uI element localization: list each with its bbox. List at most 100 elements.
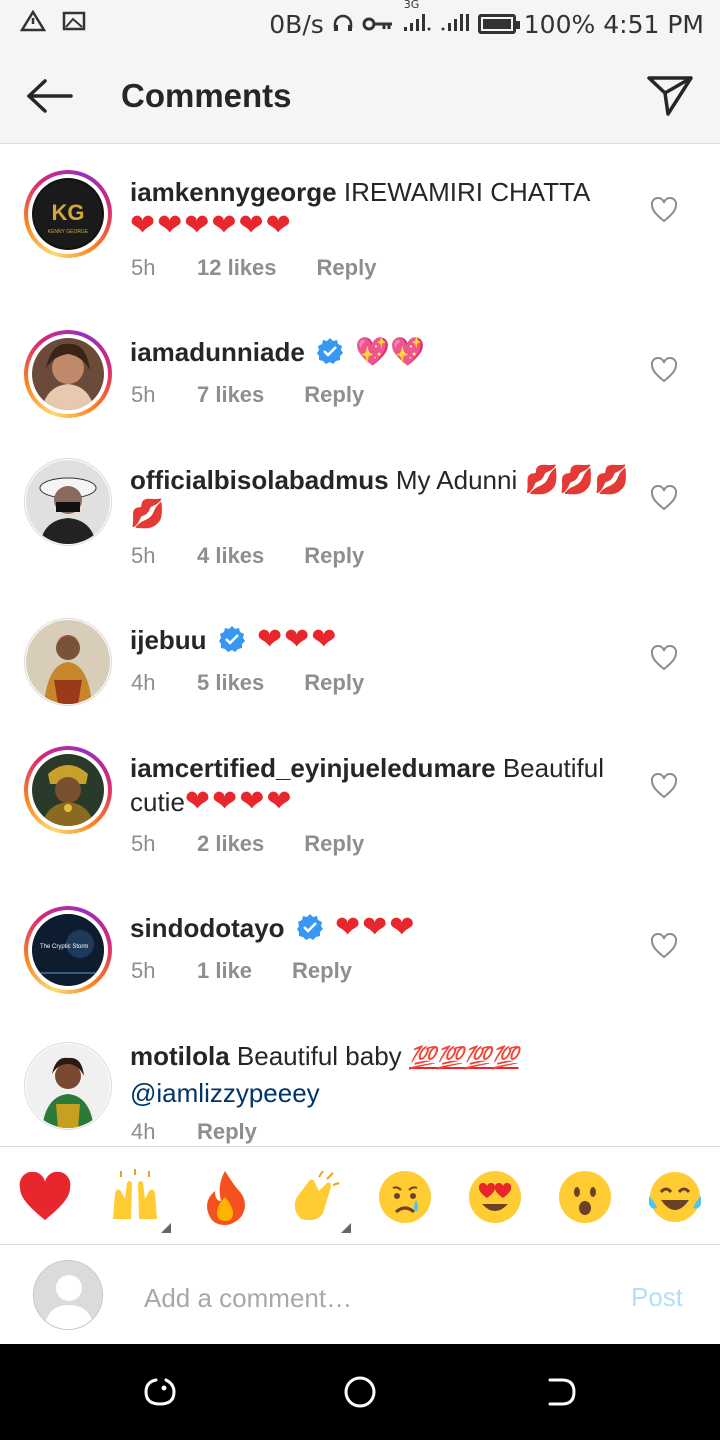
comment-likes[interactable]: 12 likes	[197, 255, 277, 281]
reply-button[interactable]: Reply	[304, 670, 364, 696]
comment-text: officialbisolabadmus My Adunni 💋💋💋💋	[130, 463, 630, 531]
status-right: 0B/s 3G 100% 4:51 PM	[269, 0, 704, 39]
avatar[interactable]	[24, 458, 112, 546]
comment-username[interactable]: iamcertified_eyinjueledumare	[130, 753, 496, 783]
avatar-logo-text: KG	[52, 200, 85, 225]
image-icon	[62, 10, 86, 38]
comment-time: 5h	[131, 382, 156, 407]
comment-likes[interactable]: 4 likes	[197, 543, 264, 569]
default-avatar-icon	[34, 1260, 102, 1329]
comment-likes[interactable]: 5 likes	[197, 670, 264, 696]
comment-item: iamadunniade 💖💖 5h 7 likes Reply	[0, 305, 720, 433]
signal-icon	[440, 10, 470, 39]
reply-button[interactable]: Reply	[317, 255, 377, 281]
comment-meta: 5h 2 likes Reply	[131, 831, 364, 857]
avatar[interactable]	[24, 330, 112, 418]
comment-username[interactable]: motilola	[130, 1041, 230, 1071]
fire-icon	[207, 1171, 245, 1225]
comment-username[interactable]: iamkennygeorge	[130, 177, 337, 207]
avatar[interactable]	[24, 746, 112, 834]
share-button[interactable]	[625, 48, 715, 144]
signal-icon: 3G	[402, 0, 432, 39]
avatar-logo-caption: KENNY GEORGE	[48, 229, 89, 235]
heart-icon[interactable]	[650, 645, 678, 671]
status-time: 4:51 PM	[603, 9, 704, 39]
comment-emojis: 💖💖	[355, 335, 426, 368]
comment-likes[interactable]: 2 likes	[197, 831, 264, 857]
avatar-image	[32, 338, 104, 410]
heart-icon[interactable]	[650, 485, 678, 511]
comment-time: 5h	[131, 255, 156, 280]
current-user-avatar	[33, 1259, 103, 1330]
comment-likes[interactable]: 1 like	[197, 958, 252, 984]
avatar[interactable]	[24, 618, 112, 706]
avatar[interactable]	[24, 1042, 112, 1130]
send-icon	[647, 75, 693, 116]
comment-mention[interactable]: @iamlizzypeeey	[130, 1078, 320, 1108]
vpn-key-icon	[362, 10, 394, 39]
post-button[interactable]: Post	[631, 1282, 683, 1313]
reaction-red-heart[interactable]	[17, 1169, 73, 1225]
heart-eyes-icon	[469, 1171, 521, 1223]
status-bar: 0B/s 3G 100% 4:51 PM	[0, 0, 720, 48]
comment-message: IREWAMIRI CHATTA	[336, 177, 591, 207]
reaction-clapping-hands[interactable]	[287, 1169, 351, 1233]
comment-username[interactable]: officialbisolabadmus	[130, 465, 389, 495]
surprised-face-icon	[559, 1171, 611, 1223]
verified-badge-icon	[317, 338, 344, 364]
comment-item: officialbisolabadmus My Adunni 💋💋💋💋 5h 4…	[0, 433, 720, 593]
network-speed: 0B/s	[269, 9, 324, 39]
reply-button[interactable]: Reply	[304, 831, 364, 857]
reply-button[interactable]: Reply	[304, 382, 364, 408]
heart-icon[interactable]	[650, 357, 678, 383]
avatar-image	[26, 620, 110, 704]
reply-button[interactable]: Reply	[304, 543, 364, 569]
back-button[interactable]	[5, 48, 95, 144]
comment-meta: 5h 1 like Reply	[131, 958, 352, 984]
reply-button[interactable]: Reply	[197, 1119, 257, 1145]
comment-username[interactable]: iamadunniade	[130, 337, 305, 367]
comment-meta: 5h 12 likes Reply	[131, 255, 376, 281]
heart-icon[interactable]	[650, 773, 678, 799]
reaction-tears-of-joy[interactable]	[647, 1169, 703, 1225]
reaction-raising-hands[interactable]	[107, 1169, 171, 1233]
avatar-image	[26, 460, 110, 544]
verified-badge-icon	[296, 914, 323, 940]
comment-meta: 5h 7 likes Reply	[131, 382, 364, 408]
comment-meta: 4h 5 likes Reply	[131, 670, 364, 696]
reaction-heart-eyes[interactable]	[467, 1169, 523, 1225]
comment-text: motilola Beautiful baby 💯💯💯💯 @iamlizzype…	[130, 1039, 630, 1110]
reply-button[interactable]: Reply	[292, 958, 352, 984]
comment-username[interactable]: sindodotayo	[130, 913, 285, 943]
back-nav-icon[interactable]	[542, 1374, 578, 1410]
comment-username[interactable]: ijebuu	[130, 625, 207, 655]
page-title: Comments	[121, 76, 292, 114]
tears-of-joy-icon	[649, 1172, 701, 1222]
comment-emojis: 💯💯💯💯	[408, 1046, 519, 1071]
comment-item: motilola Beautiful baby 💯💯💯💯 @iamlizzype…	[0, 1009, 720, 1145]
clapping-hands-icon	[294, 1170, 340, 1221]
navigation-bar	[0, 1344, 720, 1440]
network-type: 3G	[403, 0, 420, 11]
recent-apps-icon[interactable]	[142, 1374, 178, 1410]
avatar[interactable]: KG KENNY GEORGE	[24, 170, 112, 258]
comment-meta: 5h 4 likes Reply	[131, 543, 364, 569]
comment-text: iamkennygeorge IREWAMIRI CHATTA ❤❤❤❤❤❤	[130, 175, 630, 243]
comment-text: iamcertified_eyinjueledumare Beautiful c…	[130, 751, 630, 819]
header: Comments	[0, 48, 720, 144]
comment-text: ijebuu ❤❤❤	[130, 623, 630, 657]
comment-time: 4h	[131, 1119, 156, 1144]
reaction-fire[interactable]	[197, 1169, 253, 1225]
heart-icon[interactable]	[650, 197, 678, 223]
comments-list: KG KENNY GEORGE iamkennygeorge IREWAMIRI …	[0, 145, 720, 1145]
warning-icon	[19, 9, 47, 38]
home-button-icon[interactable]	[342, 1374, 378, 1410]
raising-hands-icon	[113, 1169, 157, 1219]
comment-item: ijebuu ❤❤❤ 4h 5 likes Reply	[0, 593, 720, 721]
comment-likes[interactable]: 7 likes	[197, 382, 264, 408]
reaction-surprised-face[interactable]	[557, 1169, 613, 1225]
reaction-crying-face[interactable]	[377, 1169, 433, 1225]
heart-icon[interactable]	[650, 933, 678, 959]
comment-input[interactable]	[144, 1278, 584, 1318]
avatar[interactable]: The Cryptic Storm	[24, 906, 112, 994]
